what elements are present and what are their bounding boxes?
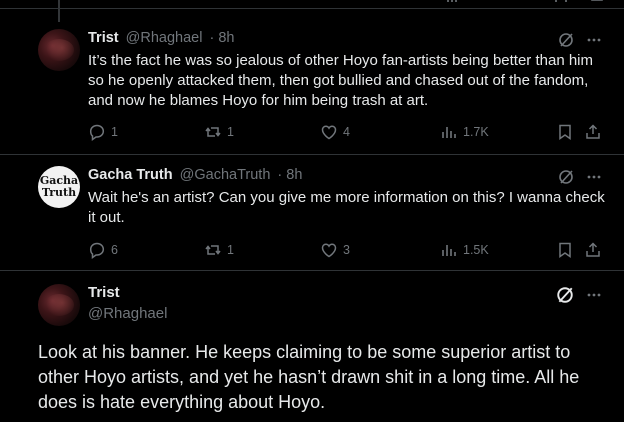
tweet-header: Gacha Truth @GachaTruth · 8h — [88, 167, 302, 183]
share-button[interactable] — [584, 123, 602, 141]
bookmark-icon — [559, 242, 571, 258]
share-icon — [586, 124, 600, 139]
grok-icon[interactable] — [558, 32, 574, 48]
bookmark-button[interactable] — [556, 123, 574, 141]
more-icon[interactable] — [586, 287, 602, 303]
tweet-header-actions — [558, 169, 602, 185]
reply-button[interactable]: 6 — [88, 241, 118, 259]
tweet-header-actions — [558, 32, 602, 48]
timestamp[interactable]: · 8h — [277, 167, 302, 183]
grok-icon[interactable] — [558, 169, 574, 185]
thread-line — [58, 0, 60, 22]
tweet-actions: 6 1 3 1.5K — [88, 241, 608, 261]
user-handle[interactable]: @Rhaghael — [126, 30, 203, 46]
reply-count: 6 — [111, 243, 118, 257]
reply-icon — [89, 242, 105, 259]
reply-count: 1 — [111, 125, 118, 139]
grok-icon[interactable] — [556, 286, 574, 304]
repost-button[interactable]: 1 — [204, 241, 234, 259]
display-name[interactable]: Gacha Truth — [88, 167, 173, 183]
tweet-header: Trist @Rhaghael · 8h — [88, 30, 235, 46]
bookmark-icon[interactable] — [554, 0, 568, 4]
divider — [0, 154, 624, 155]
user-handle[interactable]: @GachaTruth — [180, 167, 271, 183]
avatar[interactable]: Gacha Truth — [38, 166, 80, 208]
like-icon[interactable] — [334, 0, 354, 4]
bookmark-icon — [559, 124, 571, 140]
like-button[interactable]: 3 — [320, 241, 350, 259]
views-icon — [442, 245, 456, 256]
avatar-text: Truth — [41, 186, 77, 199]
tweet-text: It’s the fact he was so jealous of other… — [88, 52, 593, 109]
display-name[interactable]: Trist — [88, 30, 119, 46]
repost-icon — [205, 127, 221, 137]
views-icon — [442, 127, 456, 138]
like-button[interactable]: 4 — [320, 123, 350, 141]
previous-tweet-actions — [0, 0, 624, 22]
tweet-header-actions — [556, 286, 602, 304]
avatar[interactable] — [38, 284, 80, 326]
like-icon — [321, 243, 337, 258]
more-icon[interactable] — [586, 32, 602, 48]
views-button[interactable]: 1.7K — [440, 123, 489, 141]
views-icon[interactable] — [446, 0, 462, 4]
reply-icon — [89, 124, 105, 141]
divider — [0, 270, 624, 271]
user-handle[interactable]: @Rhaghael — [88, 305, 167, 322]
repost-count: 1 — [227, 243, 234, 257]
repost-button[interactable]: 1 — [204, 123, 234, 141]
like-icon — [321, 125, 337, 140]
reply-button[interactable]: 1 — [88, 123, 118, 141]
views-button[interactable]: 1.5K — [440, 241, 489, 259]
display-name[interactable]: Trist — [88, 284, 120, 301]
share-icon — [586, 242, 600, 257]
avatar[interactable] — [38, 29, 80, 71]
tweet-text: Look at his banner. He keeps claiming to… — [38, 342, 580, 412]
bookmark-button[interactable] — [556, 241, 574, 259]
views-count: 1.7K — [463, 125, 489, 139]
tweet-text: Wait he's an artist? Can you give me mor… — [88, 189, 605, 226]
repost-icon — [205, 245, 221, 255]
timestamp[interactable]: · 8h — [210, 30, 235, 46]
more-icon[interactable] — [586, 169, 602, 185]
share-button[interactable] — [584, 241, 602, 259]
like-count: 4 — [343, 125, 350, 139]
divider — [0, 8, 624, 9]
views-count: 1.5K — [463, 243, 489, 257]
share-icon[interactable] — [590, 0, 604, 4]
like-count: 3 — [343, 243, 350, 257]
tweet-actions: 1 1 4 1.7K — [88, 123, 608, 143]
repost-count: 1 — [227, 125, 234, 139]
